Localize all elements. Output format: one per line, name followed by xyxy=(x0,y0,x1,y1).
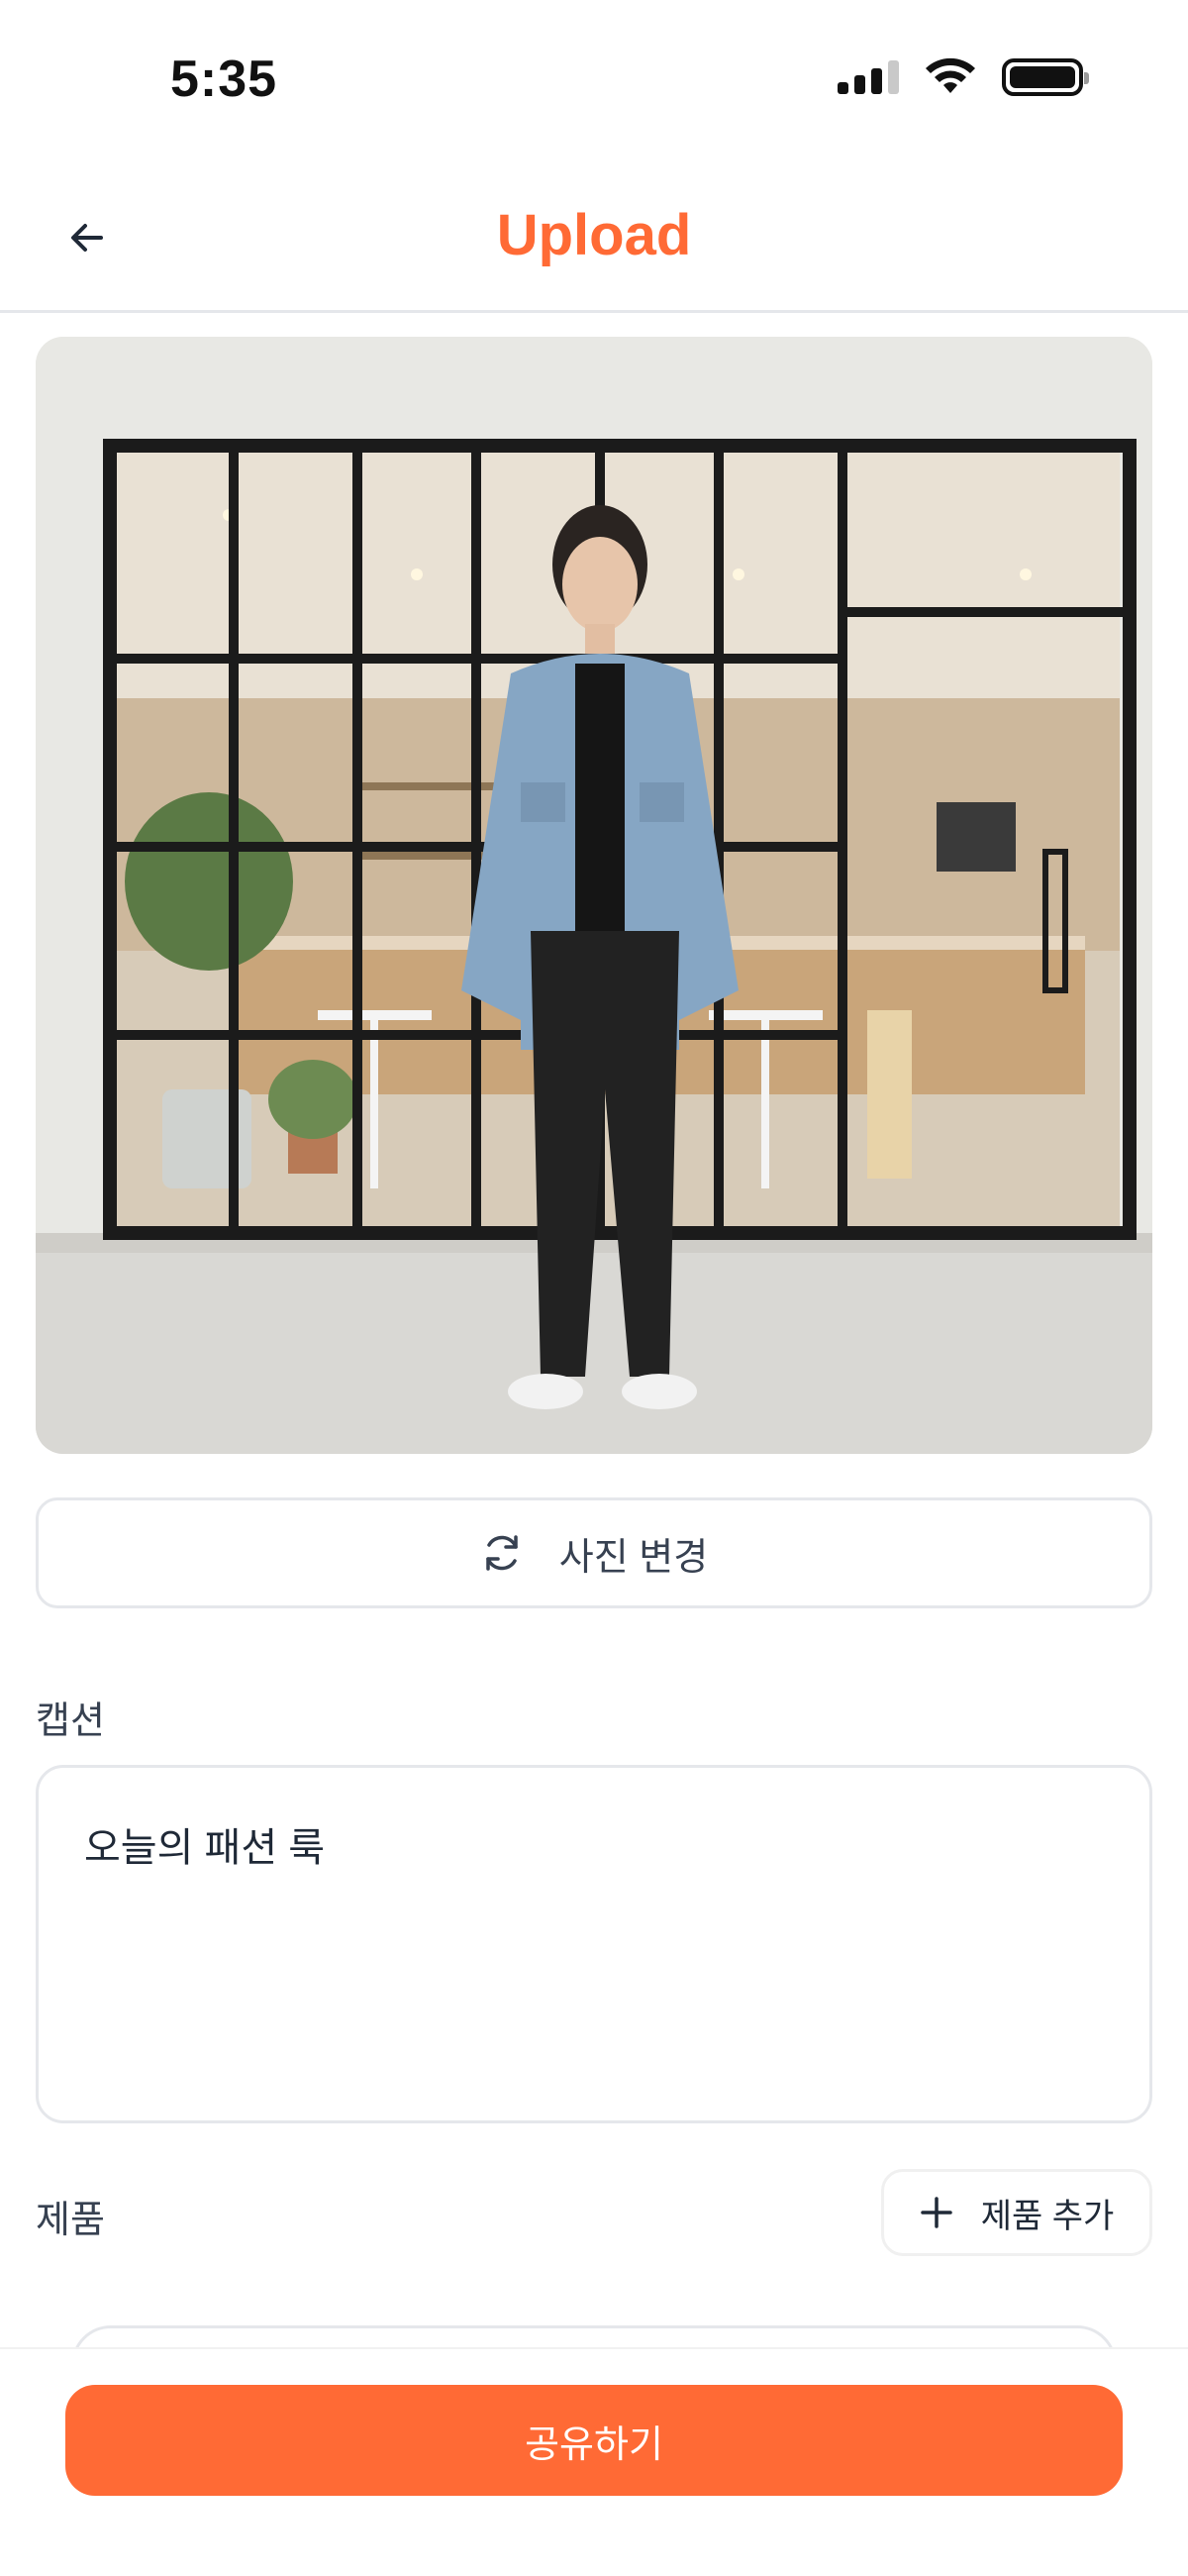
uploaded-photo xyxy=(36,337,1152,1454)
share-button[interactable]: 공유하기 xyxy=(65,2385,1123,2496)
add-product-button[interactable]: 제품 추가 xyxy=(881,2169,1152,2256)
battery-icon xyxy=(1002,58,1089,96)
change-photo-label: 사진 변경 xyxy=(558,1536,709,1579)
refresh-icon xyxy=(486,1535,518,1571)
page-title: Upload xyxy=(496,203,692,267)
plus-icon xyxy=(920,2197,952,2228)
caption-text: 오늘의 패션 룩 xyxy=(84,1826,326,1870)
wifi-icon xyxy=(926,57,975,93)
cellular-signal-icon xyxy=(838,60,899,94)
photo-illustration xyxy=(36,337,1152,1454)
add-product-label: 제품 추가 xyxy=(980,2197,1115,2235)
products-label: 제품 xyxy=(36,2200,105,2241)
caption-input[interactable]: 오늘의 패션 룩 xyxy=(36,1765,1152,2123)
change-photo-button[interactable]: 사진 변경 xyxy=(36,1497,1152,1608)
status-time: 5:35 xyxy=(170,51,278,108)
status-bar: 5:35 xyxy=(0,0,1188,158)
caption-label: 캡션 xyxy=(36,1700,105,1742)
bottom-action-bar: 공유하기 xyxy=(0,2347,1188,2576)
status-icons xyxy=(838,57,1089,97)
header: Upload xyxy=(0,158,1188,313)
